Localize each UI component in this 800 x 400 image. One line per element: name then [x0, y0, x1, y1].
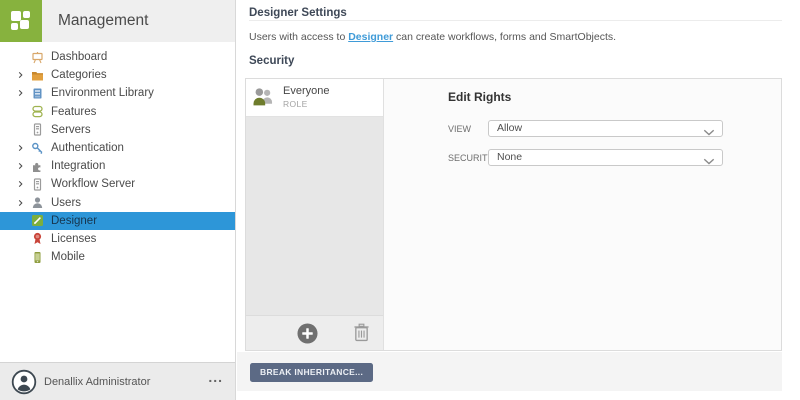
sidebar-item-label: Integration — [51, 160, 105, 172]
designer-link[interactable]: Designer — [348, 31, 393, 43]
folder-icon — [30, 68, 44, 82]
sidebar-item-servers[interactable]: Servers — [0, 121, 235, 139]
add-role-button[interactable] — [297, 323, 318, 344]
user-avatar — [11, 369, 37, 395]
panel-footer: BREAK INHERITANCE... — [237, 352, 782, 391]
delete-role-button[interactable] — [353, 323, 370, 343]
break-inheritance-button[interactable]: BREAK INHERITANCE... — [250, 363, 373, 382]
page-description: Users with access to Designer can create… — [249, 31, 616, 43]
security-field-row: SECURITY None — [448, 149, 723, 166]
security-dropdown[interactable]: None — [488, 149, 723, 166]
sidebar-item-users[interactable]: Users — [0, 194, 235, 212]
server-icon — [30, 123, 44, 137]
view-dropdown[interactable]: Allow — [488, 120, 723, 137]
license-icon — [30, 232, 44, 246]
view-label: VIEW — [448, 124, 488, 134]
sidebar-item-label: Authentication — [51, 142, 124, 154]
chevron-down-icon — [703, 155, 715, 162]
sidebar-item-environment-library[interactable]: Environment Library — [0, 84, 235, 102]
page-title: Designer Settings — [249, 7, 347, 19]
sidebar-item-workflow-server[interactable]: Workflow Server — [0, 175, 235, 193]
puzzle-icon — [30, 159, 44, 173]
sidebar-item-label: Users — [51, 197, 81, 209]
sidebar-item-label: Servers — [51, 124, 91, 136]
sidebar-header: Management — [0, 0, 235, 42]
spacer — [17, 125, 30, 134]
sidebar-item-mobile[interactable]: Mobile — [0, 248, 235, 266]
features-icon — [30, 105, 44, 119]
dashboard-icon — [30, 50, 44, 64]
designer-icon — [30, 214, 44, 228]
sidebar-item-dashboard[interactable]: Dashboard — [0, 48, 235, 66]
role-type-badge: ROLE — [283, 99, 308, 109]
sidebar-item-categories[interactable]: Categories — [0, 66, 235, 84]
security-label: SECURITY — [448, 153, 488, 163]
sidebar-item-label: Designer — [51, 215, 97, 227]
view-field-row: VIEW Allow — [448, 120, 723, 137]
chevron-right-icon — [17, 144, 30, 153]
chevron-right-icon — [17, 162, 30, 171]
sidebar-item-designer[interactable]: Designer — [0, 212, 235, 230]
sidebar-item-authentication[interactable]: Authentication — [0, 139, 235, 157]
sidebar: Management Dashboard Categories Environm… — [0, 0, 236, 400]
app-title: Management — [42, 0, 148, 42]
sidebar-item-label: Features — [51, 106, 96, 118]
sidebar-nav: Dashboard Categories Environment Library… — [0, 42, 235, 266]
sidebar-item-label: Environment Library — [51, 87, 154, 99]
security-dropdown-value: None — [497, 151, 522, 163]
chevron-right-icon — [17, 180, 30, 189]
sidebar-item-label: Mobile — [51, 251, 85, 263]
app-logo-icon — [0, 0, 42, 42]
sidebar-item-label: Licenses — [51, 233, 96, 245]
library-icon — [30, 86, 44, 100]
spacer — [17, 253, 30, 262]
spacer — [17, 107, 30, 116]
sidebar-item-label: Categories — [51, 69, 107, 81]
sidebar-item-label: Dashboard — [51, 51, 107, 63]
management-console: Management Dashboard Categories Environm… — [0, 0, 800, 400]
mobile-icon — [30, 250, 44, 264]
view-dropdown-value: Allow — [497, 122, 522, 134]
role-list-item-everyone[interactable]: Everyone ROLE — [246, 79, 383, 117]
sidebar-user-footer: Denallix Administrator ... — [0, 362, 235, 400]
spacer — [17, 216, 30, 225]
chevron-right-icon — [17, 198, 30, 207]
key-icon — [30, 141, 44, 155]
divider — [249, 20, 782, 21]
server-icon — [30, 177, 44, 191]
spacer — [17, 234, 30, 243]
sidebar-item-integration[interactable]: Integration — [0, 157, 235, 175]
description-suffix: can create workflows, forms and SmartObj… — [393, 31, 616, 43]
user-name: Denallix Administrator — [44, 376, 150, 388]
user-menu-button[interactable]: ... — [208, 369, 223, 385]
role-name: Everyone — [283, 85, 329, 97]
chevron-down-icon — [703, 126, 715, 133]
sidebar-item-licenses[interactable]: Licenses — [0, 230, 235, 248]
security-section-title: Security — [249, 55, 294, 67]
role-list: Everyone ROLE — [246, 79, 384, 350]
security-panel: Everyone ROLE Edit Rights VIEW Allow SEC… — [245, 78, 782, 351]
chevron-right-icon — [17, 89, 30, 98]
sidebar-item-label: Workflow Server — [51, 178, 135, 190]
sidebar-item-features[interactable]: Features — [0, 103, 235, 121]
spacer — [17, 53, 30, 62]
description-prefix: Users with access to — [249, 31, 348, 43]
main-content: Designer Settings Users with access to D… — [237, 0, 800, 400]
role-group-icon — [251, 85, 276, 110]
user-icon — [30, 196, 44, 210]
chevron-right-icon — [17, 71, 30, 80]
edit-rights-title: Edit Rights — [448, 90, 511, 104]
role-list-toolbar — [246, 315, 383, 350]
